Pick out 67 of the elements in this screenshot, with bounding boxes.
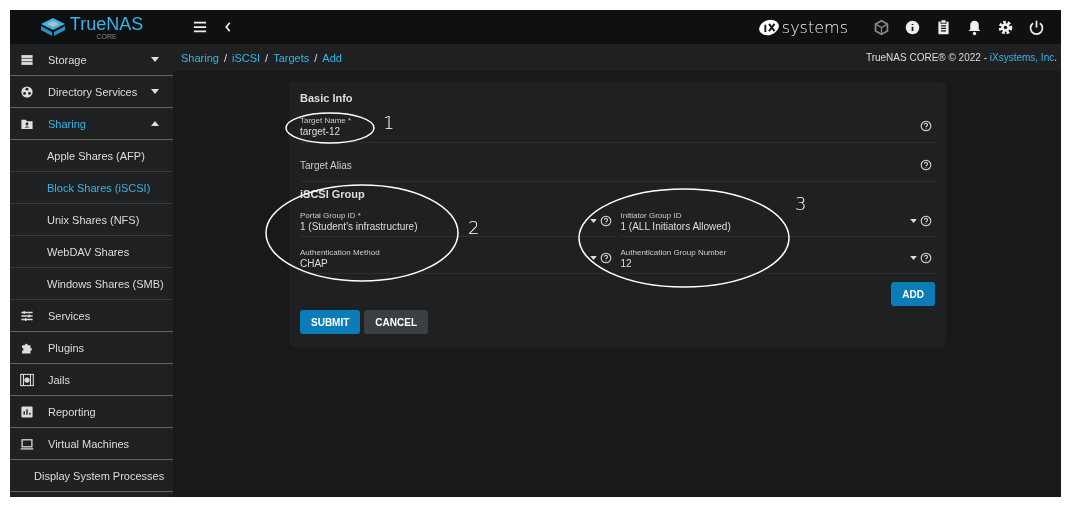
submit-button[interactable]: SUBMIT bbox=[300, 310, 361, 334]
info-icon[interactable] bbox=[904, 18, 921, 36]
help-icon[interactable] bbox=[920, 252, 932, 264]
field-label: Authentication Group Number bbox=[620, 247, 727, 257]
jails-icon bbox=[20, 372, 34, 387]
bell-icon[interactable] bbox=[966, 18, 983, 36]
chevron-left-icon[interactable] bbox=[223, 21, 233, 33]
sidebar-item[interactable]: Virtual Machines bbox=[10, 428, 173, 460]
breadcrumb-link[interactable]: iSCSI bbox=[232, 51, 261, 64]
sidebar-item[interactable]: Sharing bbox=[10, 108, 173, 140]
sidebar-item[interactable]: Directory Services bbox=[10, 76, 173, 108]
sidebar-item[interactable]: Storage bbox=[10, 44, 173, 76]
field-label: Target Name * bbox=[300, 115, 352, 125]
vendor-name: systems bbox=[781, 17, 848, 37]
text-field[interactable]: Target Alias bbox=[300, 159, 600, 171]
breadcrumb-link[interactable]: Add bbox=[322, 51, 342, 64]
select-field[interactable]: CHAP bbox=[300, 257, 328, 269]
sidebar-item[interactable]: Plugins bbox=[10, 332, 173, 364]
cube-icon[interactable] bbox=[873, 18, 890, 36]
dropdown-caret-icon[interactable] bbox=[910, 256, 917, 260]
sidebar-subitem[interactable]: Unix Shares (NFS) bbox=[10, 204, 173, 236]
vendor-logo-icon bbox=[757, 18, 780, 36]
field-label: Authentication Method bbox=[300, 247, 380, 257]
settings-icon[interactable] bbox=[997, 18, 1014, 36]
help-icon[interactable] bbox=[599, 215, 612, 227]
field-label: Portal Group ID * bbox=[300, 210, 361, 220]
select-field[interactable]: 12 bbox=[620, 257, 632, 269]
help-icon[interactable] bbox=[920, 120, 932, 132]
annotation-number: 1 bbox=[383, 112, 395, 133]
help-icon[interactable] bbox=[599, 252, 612, 264]
menu-icon[interactable] bbox=[193, 21, 207, 33]
section-title: Basic Info bbox=[300, 92, 354, 104]
brand-name: TrueNAS bbox=[69, 14, 144, 33]
sidebar-item[interactable]: Display System Processes bbox=[10, 460, 173, 492]
dropdown-caret-icon[interactable] bbox=[589, 219, 597, 223]
field-label: Initiator Group ID bbox=[620, 210, 682, 220]
sidebar-subitem[interactable]: Block Shares (iSCSI) bbox=[10, 172, 173, 204]
breadcrumb-link[interactable]: Targets bbox=[273, 51, 310, 64]
annotation-number: 3 bbox=[795, 193, 807, 214]
annotation-number: 2 bbox=[468, 217, 480, 238]
sidebar-subitem[interactable]: WebDAV Shares bbox=[10, 236, 173, 268]
help-icon[interactable] bbox=[920, 159, 932, 171]
sidebar-subitem[interactable]: Windows Shares (SMB) bbox=[10, 268, 173, 300]
sidebar-subitem[interactable]: Apple Shares (AFP) bbox=[10, 140, 173, 172]
vm-icon bbox=[20, 436, 34, 451]
directory-icon bbox=[20, 84, 34, 99]
cancel-button[interactable]: CANCEL bbox=[364, 310, 428, 334]
copyright-text: TrueNAS CORE® © 2022 - iXsystems, Inc. bbox=[865, 52, 1057, 63]
select-field[interactable]: 1 (Student's infrastructure) bbox=[300, 220, 418, 232]
help-icon[interactable] bbox=[920, 215, 932, 227]
add-button[interactable]: ADD bbox=[891, 282, 935, 306]
sidebar-item[interactable]: Jails bbox=[10, 364, 173, 396]
sidebar-item[interactable]: Reporting bbox=[10, 396, 173, 428]
clipboard-icon[interactable] bbox=[935, 18, 952, 36]
truenas-logo-icon bbox=[39, 17, 66, 37]
storage-icon bbox=[20, 52, 34, 67]
breadcrumb-link[interactable]: Sharing bbox=[181, 51, 219, 64]
select-field[interactable]: 1 (ALL Initiators Allowed) bbox=[620, 220, 731, 232]
dropdown-caret-icon[interactable] bbox=[910, 219, 917, 223]
breadcrumb-separator: / bbox=[265, 51, 269, 64]
power-icon[interactable] bbox=[1028, 18, 1045, 36]
sidebar-item[interactable]: Services bbox=[10, 300, 173, 332]
services-icon bbox=[20, 308, 34, 323]
breadcrumb-separator: / bbox=[223, 51, 227, 64]
reporting-icon bbox=[20, 404, 34, 419]
dropdown-caret-icon[interactable] bbox=[589, 256, 597, 260]
breadcrumb-separator: / bbox=[314, 51, 318, 64]
